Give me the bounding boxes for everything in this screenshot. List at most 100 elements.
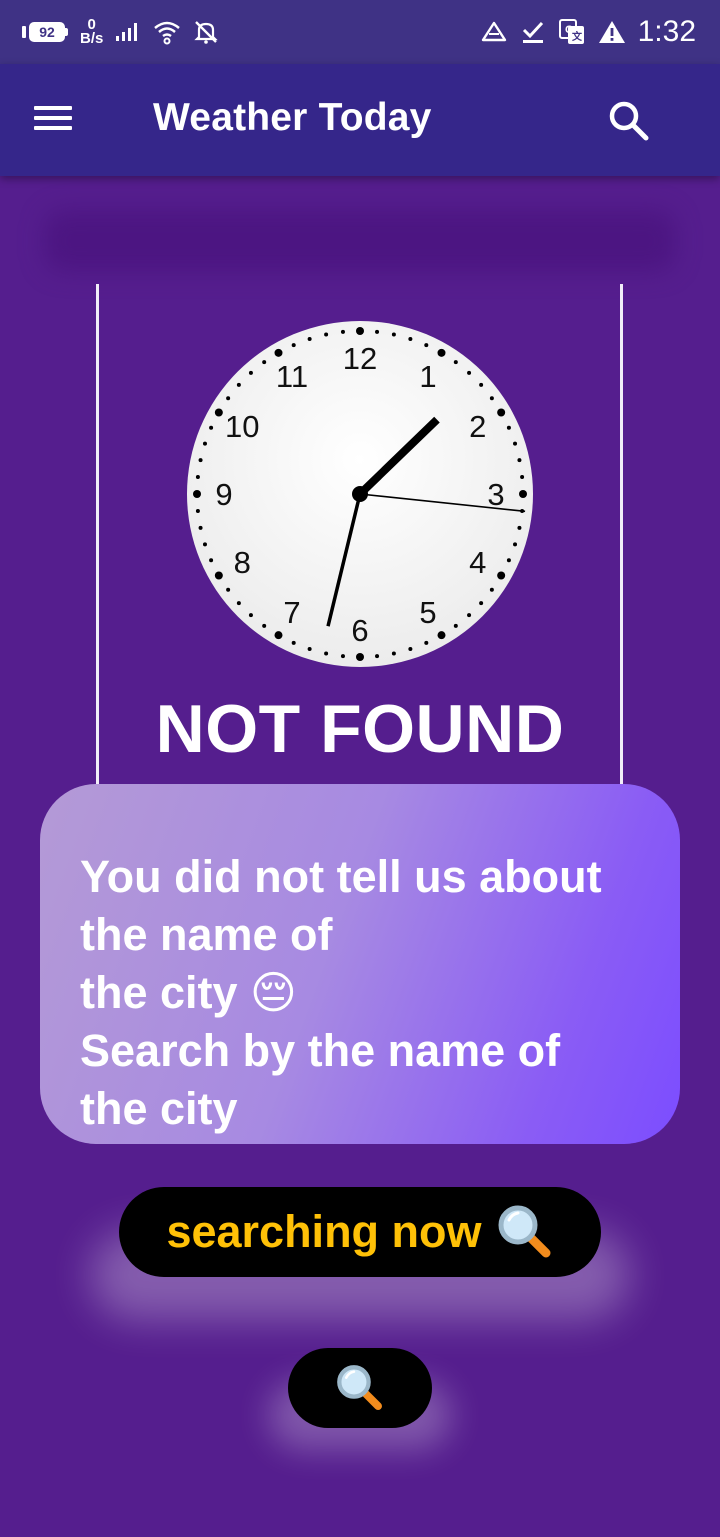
clock-tick — [408, 336, 413, 341]
clock-numeral: 12 — [343, 341, 377, 376]
fab-search-button[interactable] — [288, 1348, 432, 1428]
clock-tick — [437, 631, 446, 640]
clock-numeral: 3 — [487, 477, 504, 512]
clock-tick — [424, 343, 429, 348]
clock-tick — [195, 474, 200, 479]
status-left: 92 0 B/s — [22, 17, 219, 47]
clock-tick — [513, 441, 518, 446]
clock-tick — [324, 651, 329, 656]
translate-icon: G文 — [558, 18, 586, 46]
clock-tick — [202, 542, 207, 547]
notifications-off-icon — [193, 19, 219, 45]
clock-tick — [489, 396, 494, 401]
battery-icon: 92 — [22, 22, 68, 42]
clock-tick — [437, 348, 446, 357]
app-title: Weather Today — [153, 96, 432, 139]
clock-tick — [408, 647, 413, 652]
clock-tick — [391, 332, 396, 337]
clock-tick — [424, 640, 429, 645]
net-speed: 0 B/s — [80, 17, 104, 47]
clock-tick — [236, 382, 241, 387]
clock-tick — [202, 441, 207, 446]
clock-tick — [274, 631, 283, 640]
clock-tick — [226, 396, 231, 401]
clock-tick — [479, 382, 484, 387]
clock-tick — [214, 571, 223, 580]
clock-tick — [209, 425, 214, 430]
clock-numeral: 5 — [419, 595, 436, 630]
magnifier-icon — [496, 1203, 554, 1261]
battery-level: 92 — [29, 22, 65, 42]
menu-icon[interactable] — [30, 100, 82, 140]
clock-numeral: 10 — [225, 409, 259, 444]
svg-text:文: 文 — [572, 30, 583, 43]
clock-tick — [209, 558, 214, 563]
clock-tick — [236, 601, 241, 606]
clock-tick — [479, 601, 484, 606]
analog-clock: 121234567891011 — [187, 321, 533, 667]
message-card: You did not tell us about the name of th… — [40, 784, 680, 1144]
clock-tick — [517, 525, 522, 530]
clock-numeral: 8 — [234, 545, 251, 580]
clock-tick — [307, 647, 312, 652]
clock-tick — [248, 370, 253, 375]
clock-numeral: 11 — [276, 359, 308, 394]
clock-numeral: 6 — [351, 613, 368, 648]
status-right: G文 1:32 — [480, 15, 696, 49]
clock-tick — [262, 623, 267, 628]
clock-numeral: 7 — [283, 595, 300, 630]
clock-tick — [226, 587, 231, 592]
clock-tick — [340, 329, 345, 334]
net-speed-unit: B/s — [80, 30, 104, 47]
clock-tick — [340, 654, 345, 659]
status-time: 1:32 — [637, 15, 696, 48]
clock-tick — [375, 329, 380, 334]
clock-tick — [519, 490, 527, 498]
clock-tick — [291, 343, 296, 348]
clock-tick — [193, 490, 201, 498]
clock-tick — [375, 654, 380, 659]
clock-tick — [248, 613, 253, 618]
clock-tick — [307, 336, 312, 341]
clock-tick — [356, 653, 364, 661]
clock-numeral: 4 — [469, 545, 486, 580]
clock-tick — [489, 587, 494, 592]
signal-icon — [115, 21, 141, 43]
clock-tick — [453, 360, 458, 365]
status-title: NOT FOUND — [155, 691, 565, 767]
status-bar: 92 0 B/s G文 1:32 — [0, 0, 720, 64]
app-bar: Weather Today — [0, 64, 720, 176]
clock-tick — [262, 360, 267, 365]
wifi-icon — [153, 19, 181, 45]
clock-tick — [506, 558, 511, 563]
clock-numeral: 2 — [469, 409, 486, 444]
clock-tick — [198, 525, 203, 530]
clock-tick — [324, 332, 329, 337]
clock-tick — [214, 408, 223, 417]
clock-tick — [513, 542, 518, 547]
clock-tick — [520, 474, 525, 479]
clock-tick — [517, 458, 522, 463]
warning-icon — [598, 19, 626, 45]
clock-tick — [467, 370, 472, 375]
clock-tick — [506, 425, 511, 430]
check-icon — [520, 19, 546, 45]
clock-center-pin — [352, 486, 368, 502]
clock-tick — [467, 613, 472, 618]
clock-tick — [391, 651, 396, 656]
magnifier-icon — [335, 1363, 385, 1413]
top-shadow-band — [44, 210, 676, 272]
searching-now-label: searching now — [166, 1206, 482, 1257]
drive-icon — [480, 20, 508, 44]
clock-tick — [453, 623, 458, 628]
search-icon[interactable] — [604, 96, 652, 144]
clock-tick — [497, 571, 506, 580]
searching-now-button[interactable]: searching now — [119, 1187, 601, 1277]
clock-tick — [291, 640, 296, 645]
clock-numeral: 9 — [215, 477, 232, 512]
clock-tick — [356, 327, 364, 335]
clock-tick — [198, 458, 203, 463]
clock-tick — [274, 348, 283, 357]
clock-tick — [497, 408, 506, 417]
clock-tick — [195, 509, 200, 514]
